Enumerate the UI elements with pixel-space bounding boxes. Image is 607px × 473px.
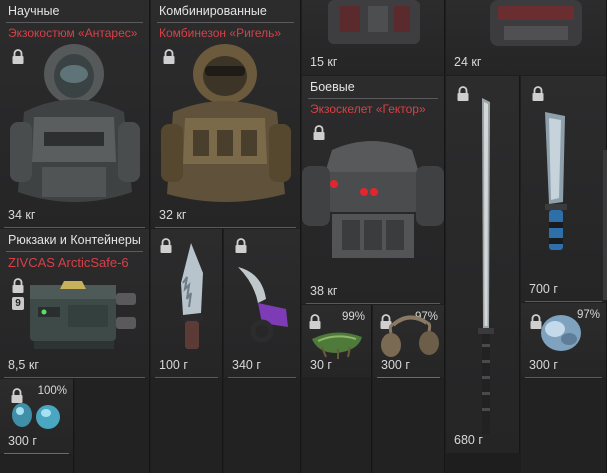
empty-slot[interactable] [302, 379, 372, 473]
category-divider [308, 98, 438, 99]
item-top-1[interactable]: 15 кг [302, 0, 445, 75]
item-weight: 700 г [529, 282, 558, 296]
item-name: Комбинезон «Ригель» [159, 26, 282, 40]
item-weight: 680 г [454, 433, 483, 447]
item-artifact-green[interactable]: 99% 30 г [302, 305, 372, 378]
item-rigel[interactable]: Комбинированные Комбинезон «Ригель» 32 к… [151, 0, 301, 228]
item-weight: 32 кг [159, 208, 187, 222]
item-weight: 24 кг [454, 55, 482, 69]
container-image [30, 281, 136, 349]
scientific-exosuit-image [10, 44, 140, 202]
lock-icon [531, 86, 545, 102]
artifact-image [381, 315, 439, 357]
item-top-2[interactable]: 24 кг [446, 0, 607, 75]
armor-image [490, 0, 582, 46]
lock-icon [234, 238, 248, 254]
item-weight: 340 г [232, 358, 261, 372]
item-arcticsafe[interactable]: Рюкзаки и Контейнеры ZIVCAS ArcticSafe-6… [0, 229, 150, 378]
category-divider [157, 22, 294, 23]
item-blade[interactable]: 700 г [521, 76, 607, 302]
category-label: Научные [8, 4, 60, 18]
category-label: Рюкзаки и Контейнеры [8, 233, 141, 247]
item-name: Экзоскелет «Гектор» [310, 102, 426, 116]
item-anteres[interactable]: Научные Экзокостюм «Антарес» 34 кг [0, 0, 150, 228]
item-artifact-cyan[interactable]: 100% 300 г [0, 379, 74, 454]
charge-percent: 99% [341, 311, 365, 323]
item-weight: 15 кг [310, 55, 338, 69]
category-label: Комбинированные [159, 4, 267, 18]
artifact-image [12, 403, 60, 429]
combined-suit-image [161, 44, 291, 202]
item-weight: 300 г [381, 358, 410, 372]
karambit-image [238, 267, 288, 343]
item-weight: 34 кг [8, 208, 36, 222]
lock-icon [11, 278, 25, 294]
machete-image [545, 112, 567, 250]
item-weight: 300 г [529, 358, 558, 372]
item-weight: 8,5 кг [8, 358, 39, 372]
count-badge: 9 [12, 297, 24, 310]
empty-slot[interactable] [75, 379, 150, 473]
item-name: Экзокостюм «Антарес» [8, 26, 138, 40]
item-knife[interactable]: 100 г [151, 229, 223, 378]
charge-percent: 100% [37, 385, 67, 397]
scrollbar[interactable] [603, 150, 607, 300]
item-katana[interactable]: 680 г [446, 76, 520, 453]
item-artifact-blue[interactable]: 97% 300 г [521, 303, 607, 378]
empty-slot[interactable] [151, 379, 223, 473]
artifact-image [541, 315, 581, 351]
armor-image [328, 0, 420, 44]
category-divider [6, 22, 143, 23]
combat-exoskeleton-image [302, 141, 444, 258]
item-weight: 100 г [159, 358, 188, 372]
serrated-knife-image [181, 243, 203, 349]
katana-image [478, 98, 494, 434]
empty-slot[interactable] [373, 379, 445, 473]
empty-slot[interactable] [224, 379, 301, 473]
artifact-image [312, 332, 362, 359]
item-weight: 38 кг [310, 284, 338, 298]
empty-slot[interactable] [521, 379, 607, 473]
item-weight: 300 г [8, 434, 37, 448]
item-karambit[interactable]: 340 г [224, 229, 301, 378]
item-hector[interactable]: Боевые Экзоскелет «Гектор» 38 кг [302, 76, 445, 304]
item-name: ZIVCAS ArcticSafe-6 [8, 255, 129, 270]
empty-slot[interactable] [0, 455, 74, 473]
category-divider [6, 251, 143, 252]
item-weight: 30 г [310, 358, 332, 372]
category-label: Боевые [310, 80, 355, 94]
item-artifact-brown[interactable]: 97% 300 г [373, 305, 445, 378]
